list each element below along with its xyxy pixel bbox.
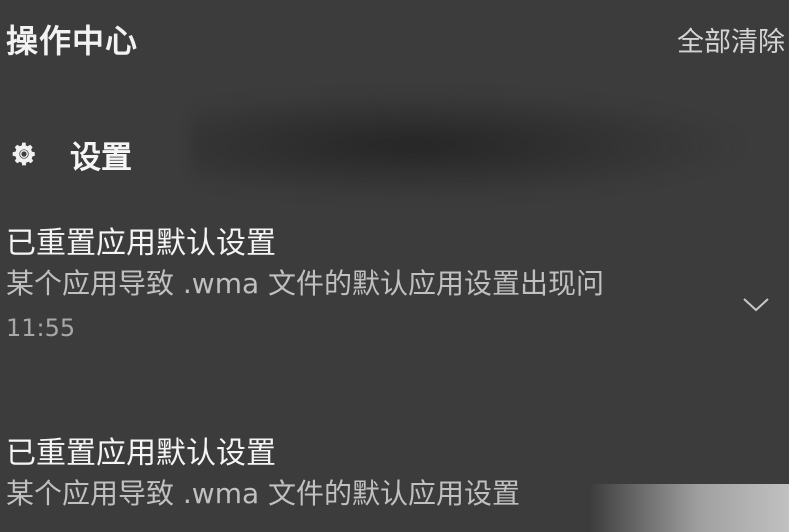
notification-item[interactable]: 已重置应用默认设置 某个应用导致 .wma 文件的默认应用设置出现问 11:55 [6, 224, 789, 346]
bottom-right-fade [589, 484, 789, 532]
notification-time: 11:55 [6, 314, 76, 342]
gear-icon [12, 142, 36, 166]
notification-title: 已重置应用默认设置 [6, 226, 276, 261]
notification-title: 已重置应用默认设置 [6, 436, 276, 471]
blurred-background [190, 90, 750, 200]
notification-body: 某个应用导致 .wma 文件的默认应用设置 [6, 477, 521, 510]
notification-body: 某个应用导致 .wma 文件的默认应用设置出现问 [6, 267, 605, 300]
action-center-header: 操作中心 全部清除 [6, 16, 789, 60]
action-center-panel: 操作中心 全部清除 设置 已重置应用默认设置 某个应用导致 .wma 文件的默认… [0, 0, 789, 532]
clear-all-button[interactable]: 全部清除 [677, 20, 785, 59]
chevron-down-icon[interactable] [741, 294, 771, 314]
notification-group-settings[interactable]: 设置 [10, 132, 132, 176]
action-center-title: 操作中心 [6, 22, 139, 60]
group-title: 设置 [70, 139, 132, 176]
